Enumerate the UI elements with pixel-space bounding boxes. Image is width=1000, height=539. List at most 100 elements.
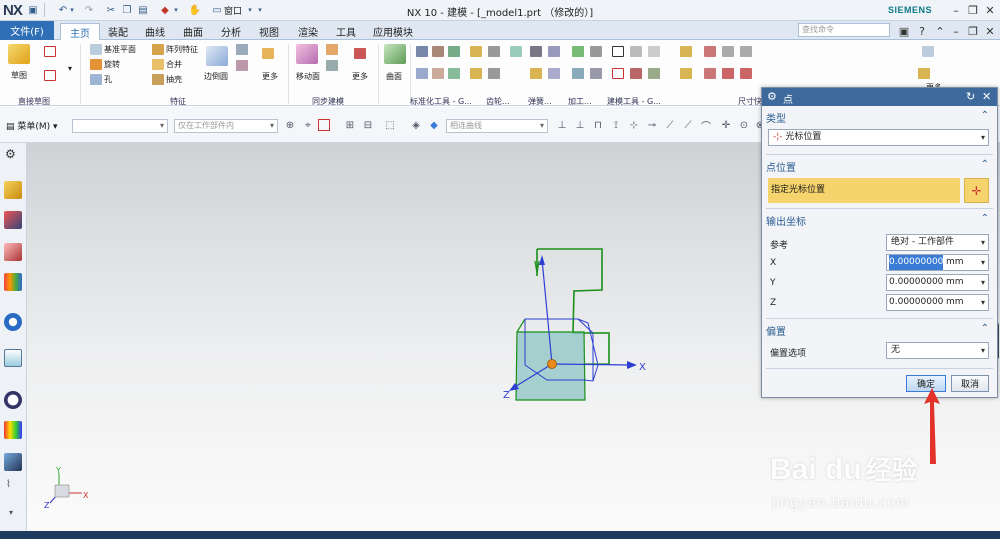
tab-render[interactable]: 渲染 xyxy=(291,23,325,40)
snap-endpoint-icon[interactable]: ⊥ xyxy=(556,119,568,131)
touch-mode-icon[interactable]: ✋ xyxy=(188,3,202,17)
snap-quadrant-icon[interactable]: ⊸ xyxy=(646,119,658,131)
right-tool-icon[interactable] xyxy=(918,68,930,79)
datum-plane-icon[interactable] xyxy=(90,44,102,55)
help-icon[interactable]: ? xyxy=(914,23,930,39)
close-button[interactable]: ✕ xyxy=(982,2,998,18)
tab-surface[interactable]: 曲面 xyxy=(176,23,210,40)
std-tool-icon[interactable] xyxy=(416,68,428,79)
doc-minimize-button[interactable]: – xyxy=(948,23,964,39)
dimension-icon[interactable] xyxy=(740,68,752,79)
modeling-tool-icon[interactable] xyxy=(680,68,692,79)
shell-icon[interactable] xyxy=(152,74,164,85)
reference-select[interactable]: 绝对 - 工作部件 ▾ xyxy=(886,234,989,251)
snap-control-icon[interactable]: ⊓ xyxy=(592,119,604,131)
type-section-header[interactable]: 类型 ⌃ xyxy=(766,109,993,125)
restore-button[interactable]: ❐ xyxy=(965,2,981,18)
reuse-library-icon[interactable] xyxy=(4,273,22,291)
constraint-navigator-icon[interactable] xyxy=(4,243,22,261)
surface-label[interactable]: 曲面 xyxy=(386,71,402,82)
snap-intersect-icon[interactable]: ⟟ xyxy=(610,119,622,131)
dimension-icon[interactable] xyxy=(722,68,734,79)
doc-restore-button[interactable]: ❐ xyxy=(965,23,981,39)
select-icon[interactable]: ⌖ xyxy=(302,119,314,131)
pattern-feature-label[interactable]: 阵列特征 xyxy=(166,44,198,55)
surface-icon[interactable] xyxy=(384,44,406,64)
tab-home[interactable]: 主页 xyxy=(60,23,100,40)
output-coords-section-header[interactable]: 输出坐标 ⌃ xyxy=(766,212,993,228)
paste-icon[interactable]: ▤ xyxy=(136,3,150,17)
file-tab[interactable]: 文件(F) xyxy=(0,21,54,40)
copy-icon[interactable]: ❐ xyxy=(120,3,134,17)
tab-curve[interactable]: 曲线 xyxy=(138,23,172,40)
doc-close-button[interactable]: ✕ xyxy=(982,23,998,39)
assembly-navigator-icon[interactable] xyxy=(4,211,22,229)
part-navigator-icon[interactable] xyxy=(4,181,22,199)
profile-icon[interactable] xyxy=(44,46,56,57)
offset-option-select[interactable]: 无 ▾ xyxy=(886,342,989,359)
point-dialog-cursor-icon[interactable]: ✛ xyxy=(964,178,989,203)
unite-icon[interactable] xyxy=(152,59,164,70)
command-finder-input[interactable]: 查找命令 xyxy=(798,23,890,37)
sketch-more-icon[interactable]: ▾ xyxy=(68,64,72,73)
close-icon[interactable]: ✕ xyxy=(982,90,991,103)
selection-scope-select[interactable]: 仅在工作部件内 ▾ xyxy=(174,119,278,133)
web-browser-icon[interactable] xyxy=(4,349,22,367)
info-icon[interactable] xyxy=(4,313,22,331)
edge-blend-label[interactable]: 边倒圆 xyxy=(204,71,228,82)
shell-label[interactable]: 抽壳 xyxy=(166,74,182,85)
std-tool-icon[interactable] xyxy=(416,46,428,57)
spring-icon[interactable] xyxy=(548,68,560,79)
snap-circle-icon[interactable]: ⊙ xyxy=(738,119,750,131)
spring-curve-icon[interactable]: ⌇ xyxy=(6,479,11,490)
std-tool-icon[interactable] xyxy=(448,68,460,79)
machining-icon[interactable] xyxy=(572,68,584,79)
more-features-icon[interactable] xyxy=(262,48,274,59)
type-filter-select[interactable]: ▾ xyxy=(72,119,168,133)
minimize-button[interactable]: – xyxy=(948,2,964,18)
snap-center-icon[interactable]: ⊹ xyxy=(628,119,640,131)
dimension-icon[interactable] xyxy=(740,46,752,57)
modeling-tool-icon[interactable] xyxy=(630,68,642,79)
cube-icon[interactable]: ◆ xyxy=(428,119,440,131)
gear-icon[interactable] xyxy=(470,46,482,57)
snap-point-on-curve-icon[interactable]: ⟋ xyxy=(664,119,676,131)
snap-midpoint-icon[interactable]: ⊥ xyxy=(574,119,586,131)
palette-icon[interactable] xyxy=(4,421,22,439)
type-select[interactable]: -¦- 光标位置 ▾ xyxy=(768,129,989,146)
unite-label[interactable]: 合并 xyxy=(166,59,182,70)
pattern-feature-icon[interactable] xyxy=(152,44,164,55)
curve-rule-select[interactable]: 相连曲线 ▾ xyxy=(446,119,548,133)
revolve-icon[interactable] xyxy=(90,59,102,70)
dimension-icon[interactable] xyxy=(704,68,716,79)
snap-tangent-icon[interactable]: ⟋ xyxy=(682,119,694,131)
os-taskbar[interactable] xyxy=(0,531,1000,539)
revolve-label[interactable]: 旋转 xyxy=(104,59,120,70)
sync-more-label[interactable]: 更多 xyxy=(352,71,368,82)
datum-plane-label[interactable]: 基准平面 xyxy=(104,44,136,55)
tab-assembly[interactable]: 装配 xyxy=(102,23,134,40)
window-icon[interactable]: ▭ xyxy=(210,3,224,17)
origin-point[interactable] xyxy=(547,359,557,369)
chevron-down-icon[interactable]: ▾ xyxy=(9,508,13,517)
cut-icon[interactable]: ✂ xyxy=(104,3,118,17)
point-location-section-header[interactable]: 点位置 ⌃ xyxy=(766,158,993,174)
gear-icon[interactable] xyxy=(488,46,500,57)
gear-icon[interactable]: ⚙ xyxy=(767,90,777,103)
specify-cursor-location-row[interactable]: 指定光标位置 xyxy=(768,178,960,203)
undo-dropdown-icon[interactable]: ▾ xyxy=(68,3,76,17)
save-icon[interactable]: ▣ xyxy=(26,3,40,17)
x-coordinate-input[interactable]: 0.0000000000 mm ▾ xyxy=(886,254,989,271)
move-face-icon[interactable] xyxy=(296,44,318,64)
redo-icon[interactable]: ↷ xyxy=(82,3,96,17)
pull-face-icon[interactable] xyxy=(326,44,338,55)
modeling-tool-icon[interactable] xyxy=(630,46,642,57)
tab-analysis[interactable]: 分析 xyxy=(214,23,248,40)
edge-blend-icon[interactable] xyxy=(206,46,228,66)
snap-point-icon[interactable]: ✛ xyxy=(720,119,732,131)
display-icon[interactable]: ▣ xyxy=(896,23,912,39)
modeling-tool-icon[interactable] xyxy=(648,68,660,79)
tab-tools[interactable]: 工具 xyxy=(329,23,363,40)
dimension-icon[interactable] xyxy=(704,46,716,57)
spring-icon[interactable] xyxy=(530,68,542,79)
